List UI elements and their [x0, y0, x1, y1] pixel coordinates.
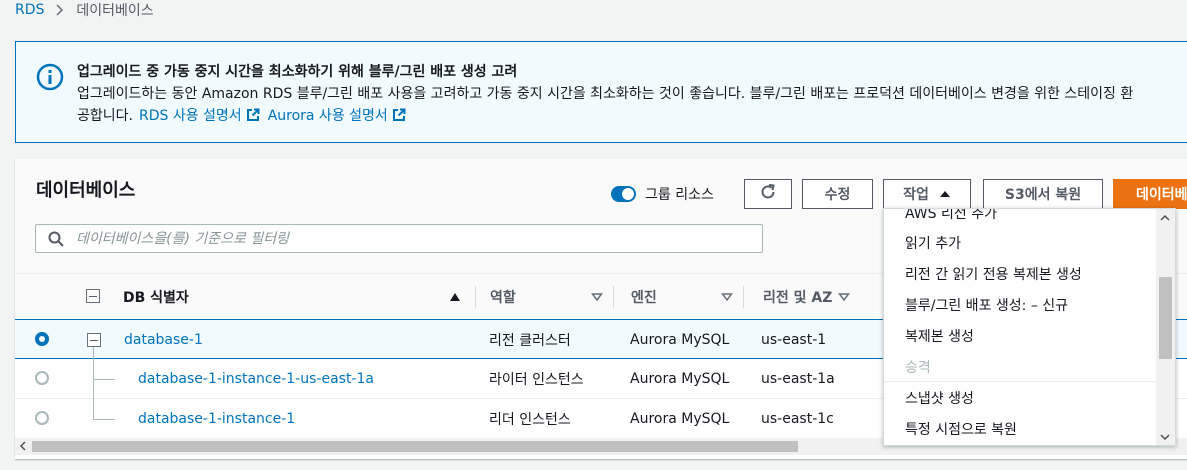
menu-item-add-reader[interactable]: 읽기 추가 — [905, 233, 961, 253]
region-cell: us-east-1 — [761, 332, 827, 348]
breadcrumb-rds-link[interactable]: RDS — [15, 2, 44, 18]
banner-title: 업그레이드 중 가동 중지 시간을 최소화하기 위해 블루/그린 배포 생성 고… — [77, 64, 518, 80]
menu-item-create-clone[interactable]: 복제본 생성 — [905, 326, 974, 346]
sort-icon — [838, 292, 851, 302]
menu-item-add-region[interactable]: AWS 리전 추가 — [905, 209, 997, 223]
scroll-up-icon[interactable] — [1160, 214, 1170, 222]
refresh-button[interactable] — [744, 179, 792, 209]
db-identifier-link[interactable]: database-1-instance-1-us-east-1a — [138, 359, 374, 399]
chevron-right-icon — [56, 4, 64, 16]
refresh-icon — [759, 183, 777, 205]
caret-up-icon — [939, 190, 951, 198]
sort-icon — [591, 292, 603, 302]
engine-cell: Aurora MySQL — [630, 332, 730, 348]
column-header-engine[interactable]: 엔진 — [613, 274, 743, 320]
filter-input[interactable] — [76, 230, 736, 247]
banner-body-line2: 공합니다. RDS 사용 설명서 Aurora 사용 설명서 — [77, 105, 414, 125]
menu-divider — [884, 381, 1158, 382]
group-resources-toggle[interactable]: 그룹 리소스 — [611, 184, 714, 204]
breadcrumb-current: 데이터베이스 — [76, 3, 154, 19]
actions-button[interactable]: 작업 — [883, 179, 971, 209]
sort-icon — [721, 292, 733, 302]
column-header-region-az[interactable]: 리전 및 AZ — [743, 274, 883, 320]
menu-item-create-blue-green[interactable]: 블루/그린 배포 생성: – 신규 — [905, 295, 1068, 315]
info-icon — [36, 63, 64, 91]
menu-item-take-snapshot[interactable]: 스냅샷 생성 — [905, 388, 974, 408]
aurora-guide-link[interactable]: Aurora 사용 설명서 — [268, 105, 414, 125]
region-cell: us-east-1c — [761, 411, 834, 427]
rds-guide-link-label: RDS 사용 설명서 — [138, 108, 242, 124]
column-label: 엔진 — [631, 290, 657, 306]
column-header-role[interactable]: 역할 — [475, 274, 613, 320]
role-cell: 리전 클러스터 — [489, 333, 571, 349]
scroll-left-icon[interactable] — [19, 441, 27, 451]
collapse-row-icon[interactable] — [87, 333, 101, 347]
create-database-button[interactable]: 데이터베 — [1113, 179, 1187, 209]
external-link-icon — [392, 108, 406, 122]
column-label: 역할 — [490, 290, 516, 306]
actions-dropdown-menu: AWS 리전 추가 읽기 추가 리전 간 읽기 전용 복제본 생성 블루/그린 … — [883, 208, 1176, 446]
filter-bar — [35, 224, 763, 253]
tree-line — [93, 347, 94, 419]
collapse-all-icon[interactable] — [86, 289, 100, 303]
toggle-switch[interactable] — [611, 186, 636, 202]
region-cell: us-east-1a — [761, 371, 835, 387]
role-cell: 라이터 인스턴스 — [489, 372, 584, 388]
tree-line — [93, 379, 115, 380]
tree-line — [93, 419, 115, 420]
role-cell: 리더 인스턴스 — [489, 412, 571, 428]
info-banner: 업그레이드 중 가동 중지 시간을 최소화하기 위해 블루/그린 배포 생성 고… — [15, 41, 1187, 143]
banner-body-end: 공합니다. — [77, 108, 133, 124]
panel-title: 데이터베이스 — [36, 180, 136, 201]
scrollbar-thumb[interactable] — [32, 441, 798, 452]
column-label: 리전 및 AZ — [763, 290, 833, 306]
breadcrumb: RDS 데이터베이스 — [15, 1, 154, 19]
menu-scrollbar-thumb[interactable] — [1159, 277, 1172, 359]
column-header-db-identifier[interactable]: DB 식별자 — [123, 274, 475, 320]
group-resources-label: 그룹 리소스 — [645, 187, 714, 203]
menu-item-create-cross-region-replica[interactable]: 리전 간 읽기 전용 복제본 생성 — [905, 264, 1082, 284]
aurora-guide-link-label: Aurora 사용 설명서 — [267, 108, 388, 124]
column-label: DB 식별자 — [123, 290, 189, 306]
menu-scrollbar[interactable] — [1156, 209, 1175, 445]
menu-item-promote: 승격 — [905, 360, 931, 376]
scroll-down-icon[interactable] — [1160, 433, 1170, 441]
sort-ascending-icon — [449, 292, 461, 302]
rds-guide-link[interactable]: RDS 사용 설명서 — [139, 105, 268, 125]
menu-item-restore-point-in-time[interactable]: 특정 시점으로 복원 — [905, 419, 1017, 439]
row-radio-selected[interactable] — [35, 332, 49, 346]
row-radio[interactable] — [35, 371, 49, 385]
edit-button[interactable]: 수정 — [802, 179, 873, 209]
row-radio[interactable] — [35, 411, 49, 425]
db-identifier-link[interactable]: database-1-instance-1 — [138, 399, 295, 439]
banner-body: 업그레이드하는 동안 Amazon RDS 블루/그린 배포 사용을 고려하고 … — [77, 86, 1134, 102]
external-link-icon — [246, 108, 260, 122]
actions-button-label: 작업 — [903, 187, 929, 203]
db-identifier-link[interactable]: database-1 — [124, 320, 203, 360]
engine-cell: Aurora MySQL — [630, 411, 730, 427]
restore-from-s3-button[interactable]: S3에서 복원 — [983, 179, 1103, 209]
search-icon — [48, 231, 64, 247]
engine-cell: Aurora MySQL — [630, 371, 730, 387]
